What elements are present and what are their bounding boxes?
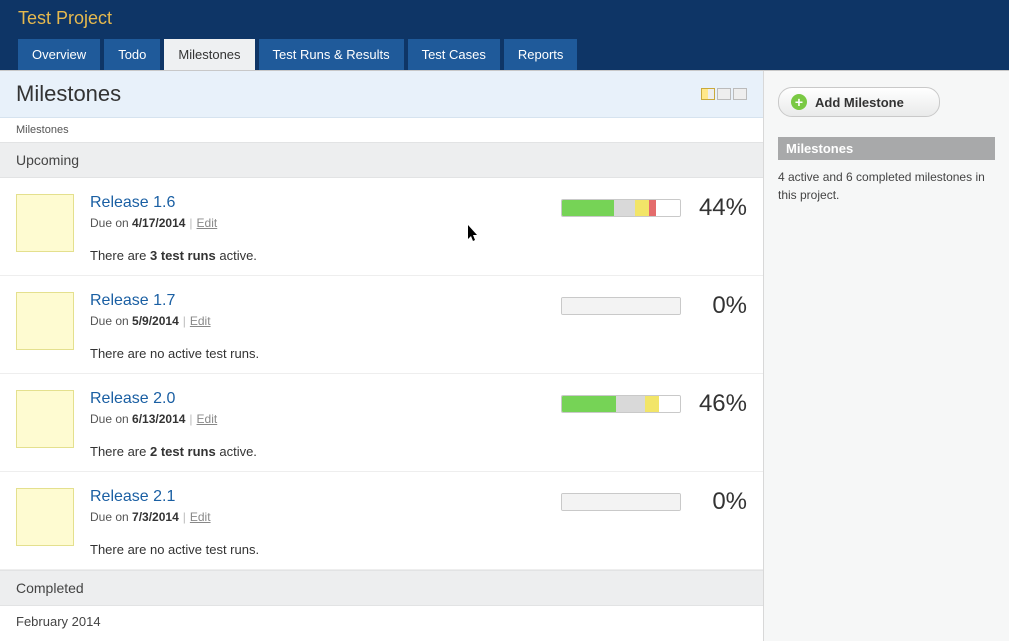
tab-milestones[interactable]: Milestones bbox=[164, 39, 254, 70]
progress-percent: 46% bbox=[695, 390, 747, 418]
page-title: Milestones bbox=[16, 81, 121, 107]
progress-segment bbox=[562, 396, 616, 412]
progress-segment bbox=[659, 396, 680, 412]
progress-segment bbox=[562, 298, 680, 314]
progress-segment bbox=[645, 396, 659, 412]
progress-bar[interactable] bbox=[561, 493, 681, 511]
due-prefix: Due on bbox=[90, 510, 132, 524]
sidebar-summary: 4 active and 6 completed milestones in t… bbox=[778, 168, 995, 204]
milestone-thumbnail[interactable] bbox=[16, 194, 74, 252]
milestone-meta: Due on 6/13/2014 | Edit bbox=[90, 412, 537, 426]
progress-bar[interactable] bbox=[561, 395, 681, 413]
due-date: 7/3/2014 bbox=[132, 510, 179, 524]
separator: | bbox=[189, 412, 192, 426]
milestones-list: Release 1.6 Due on 4/17/2014 | Edit There ar… bbox=[0, 178, 763, 570]
milestone-body: Release 2.0 Due on 6/13/2014 | Edit There ar… bbox=[90, 390, 537, 459]
milestone-thumbnail[interactable] bbox=[16, 292, 74, 350]
section-completed: Completed bbox=[0, 570, 763, 606]
app-header: Test Project OverviewTodoMilestonesTest … bbox=[0, 0, 1009, 70]
progress-percent: 0% bbox=[695, 488, 747, 516]
milestone-title-link[interactable]: Release 1.7 bbox=[90, 292, 175, 309]
milestone-progress: 44% bbox=[537, 194, 747, 222]
progress-segment bbox=[649, 200, 656, 216]
milestone-row: Release 2.0 Due on 6/13/2014 | Edit There ar… bbox=[0, 374, 763, 472]
milestone-row: Release 1.6 Due on 4/17/2014 | Edit There ar… bbox=[0, 178, 763, 276]
progress-segment bbox=[656, 200, 680, 216]
tab-reports[interactable]: Reports bbox=[504, 39, 578, 70]
milestone-meta: Due on 7/3/2014 | Edit bbox=[90, 510, 537, 524]
add-milestone-label: Add Milestone bbox=[815, 95, 904, 110]
tab-todo[interactable]: Todo bbox=[104, 39, 160, 70]
milestone-thumbnail[interactable] bbox=[16, 390, 74, 448]
progress-percent: 0% bbox=[695, 292, 747, 320]
main-tabs: OverviewTodoMilestonesTest Runs & Result… bbox=[18, 39, 991, 70]
progress-bar[interactable] bbox=[561, 297, 681, 315]
milestone-body: Release 1.6 Due on 4/17/2014 | Edit There ar… bbox=[90, 194, 537, 263]
due-date: 6/13/2014 bbox=[132, 412, 185, 426]
progress-segment bbox=[614, 200, 635, 216]
milestone-runs-summary: There are no active test runs. bbox=[90, 346, 537, 361]
separator: | bbox=[183, 510, 186, 524]
project-title[interactable]: Test Project bbox=[18, 0, 991, 39]
due-prefix: Due on bbox=[90, 314, 132, 328]
milestone-body: Release 1.7 Due on 5/9/2014 | Edit There are… bbox=[90, 292, 537, 361]
milestone-title-link[interactable]: Release 2.0 bbox=[90, 390, 175, 407]
view-toggle-card[interactable] bbox=[701, 88, 715, 100]
progress-segment bbox=[616, 396, 644, 412]
due-date: 5/9/2014 bbox=[132, 314, 179, 328]
progress-bar[interactable] bbox=[561, 199, 681, 217]
milestone-progress: 0% bbox=[537, 488, 747, 516]
milestone-title-link[interactable]: Release 2.1 bbox=[90, 488, 175, 505]
view-toggle-list[interactable] bbox=[717, 88, 731, 100]
edit-link[interactable]: Edit bbox=[197, 412, 218, 426]
section-upcoming: Upcoming bbox=[0, 142, 763, 178]
add-milestone-button[interactable]: + Add Milestone bbox=[778, 87, 940, 117]
progress-percent: 44% bbox=[695, 194, 747, 222]
progress-segment bbox=[562, 200, 614, 216]
milestone-title-link[interactable]: Release 1.6 bbox=[90, 194, 175, 211]
sidebar-section-label: Milestones bbox=[778, 137, 995, 160]
edit-link[interactable]: Edit bbox=[190, 510, 211, 524]
main-content: Milestones Milestones Upcoming Release 1… bbox=[0, 71, 764, 641]
milestone-meta: Due on 4/17/2014 | Edit bbox=[90, 216, 537, 230]
due-prefix: Due on bbox=[90, 412, 132, 426]
milestone-runs-summary: There are 2 test runs active. bbox=[90, 444, 537, 459]
edit-link[interactable]: Edit bbox=[190, 314, 211, 328]
breadcrumb[interactable]: Milestones bbox=[0, 118, 763, 142]
due-prefix: Due on bbox=[90, 216, 132, 230]
edit-link[interactable]: Edit bbox=[197, 216, 218, 230]
plus-icon: + bbox=[791, 94, 807, 110]
milestone-thumbnail[interactable] bbox=[16, 488, 74, 546]
progress-segment bbox=[562, 494, 680, 510]
completed-group-date: February 2014 bbox=[0, 606, 763, 641]
separator: | bbox=[183, 314, 186, 328]
milestone-progress: 0% bbox=[537, 292, 747, 320]
milestone-body: Release 2.1 Due on 7/3/2014 | Edit There are… bbox=[90, 488, 537, 557]
milestone-progress: 46% bbox=[537, 390, 747, 418]
progress-segment bbox=[635, 200, 649, 216]
due-date: 4/17/2014 bbox=[132, 216, 185, 230]
milestone-runs-summary: There are 3 test runs active. bbox=[90, 248, 537, 263]
sidebar: + Add Milestone Milestones 4 active and … bbox=[764, 71, 1009, 641]
view-toggle-group bbox=[701, 88, 747, 100]
milestone-row: Release 1.7 Due on 5/9/2014 | Edit There are… bbox=[0, 276, 763, 374]
sidebar-milestones-section: Milestones 4 active and 6 completed mile… bbox=[778, 137, 995, 204]
view-toggle-compact[interactable] bbox=[733, 88, 747, 100]
main-layout: Milestones Milestones Upcoming Release 1… bbox=[0, 70, 1009, 641]
tab-test-runs-results[interactable]: Test Runs & Results bbox=[259, 39, 404, 70]
milestone-runs-summary: There are no active test runs. bbox=[90, 542, 537, 557]
milestone-meta: Due on 5/9/2014 | Edit bbox=[90, 314, 537, 328]
milestone-row: Release 2.1 Due on 7/3/2014 | Edit There are… bbox=[0, 472, 763, 570]
page-header: Milestones bbox=[0, 71, 763, 118]
tab-overview[interactable]: Overview bbox=[18, 39, 100, 70]
tab-test-cases[interactable]: Test Cases bbox=[408, 39, 500, 70]
separator: | bbox=[189, 216, 192, 230]
